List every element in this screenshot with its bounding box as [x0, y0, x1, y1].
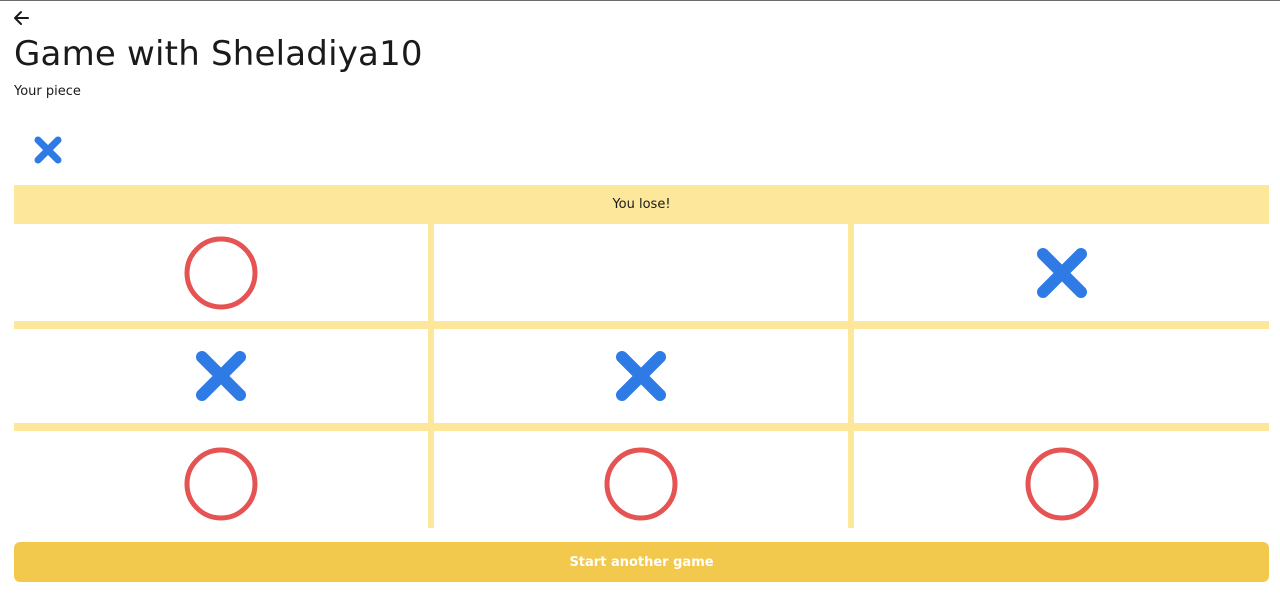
arrow-left-icon [14, 11, 29, 25]
game-status-bar: You lose! [14, 185, 1269, 224]
game-board [14, 224, 1269, 536]
board-cell-2[interactable] [434, 224, 848, 321]
x-piece-icon [196, 351, 246, 401]
board-cell-3[interactable] [854, 224, 1269, 321]
x-piece-icon [616, 351, 666, 401]
board-cell-9[interactable] [854, 431, 1269, 536]
start-another-game-button[interactable]: Start another game [14, 542, 1269, 582]
page-title: Game with Sheladiya10 [14, 34, 423, 74]
o-piece-icon [184, 447, 258, 520]
board-cell-8[interactable] [434, 431, 848, 536]
o-piece-icon [1025, 447, 1098, 520]
top-divider [0, 0, 1280, 1]
back-button[interactable] [12, 8, 34, 28]
x-piece-icon [1036, 247, 1087, 298]
o-piece-icon [604, 447, 678, 520]
board-cell-5[interactable] [434, 329, 848, 423]
game-status-text: You lose! [612, 197, 671, 212]
your-piece-label: Your piece [14, 84, 81, 99]
o-piece-icon [184, 236, 258, 309]
x-piece-icon [34, 136, 62, 164]
player-piece-indicator [31, 133, 65, 167]
board-cell-1[interactable] [14, 224, 428, 321]
board-cell-4[interactable] [14, 329, 428, 423]
board-cell-6[interactable] [854, 329, 1269, 423]
board-cell-7[interactable] [14, 431, 428, 536]
